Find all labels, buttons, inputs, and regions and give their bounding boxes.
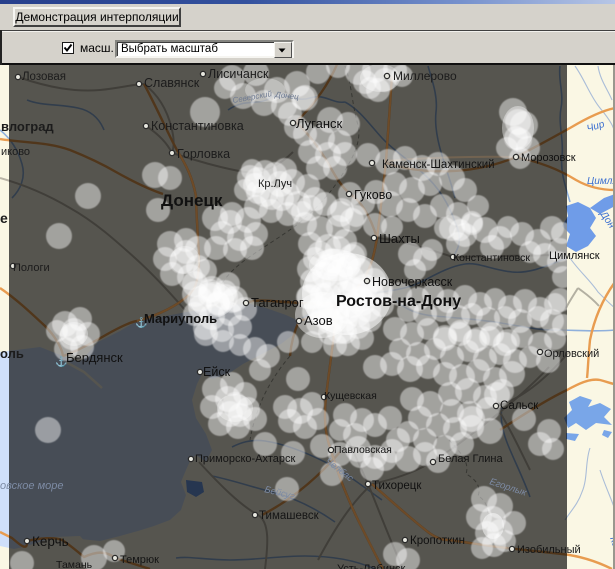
svg-text:Миллерово: Миллерово [393,69,457,83]
svg-text:Темрюк: Темрюк [120,554,159,566]
svg-text:Славянск: Славянск [144,76,200,90]
svg-text:оль: оль [0,346,24,361]
svg-text:Донецк: Донецк [161,191,223,210]
svg-text:Тимашевск: Тимашевск [259,510,320,522]
svg-text:Ейск: Ейск [203,365,231,379]
svg-text:Мариуполь: Мариуполь [144,311,217,326]
svg-text:Кущевская: Кущевская [324,390,377,402]
svg-text:Лозовая: Лозовая [22,71,66,83]
svg-text:Керчь: Керчь [32,534,69,549]
svg-text:⚓: ⚓ [135,316,147,329]
svg-text:влоград: влоград [1,119,54,134]
svg-text:иково: иково [1,146,30,158]
svg-text:Луганск: Луганск [296,116,343,131]
svg-text:Лисичанск: Лисичанск [208,67,269,81]
svg-text:Азов: Азов [304,313,333,328]
svg-text:Сальск: Сальск [500,400,539,412]
svg-text:Морозовск: Морозовск [521,152,576,164]
svg-text:Цимлянск: Цимлянск [549,250,600,262]
svg-text:Тамань: Тамань [56,559,93,569]
svg-text:Павловская: Павловская [334,444,392,456]
svg-text:овское море: овское море [0,480,64,492]
svg-text:Усть-Лабинск: Усть-Лабинск [337,563,406,569]
svg-text:е: е [0,210,8,226]
svg-text:Новочеркасск: Новочеркасск [372,275,453,289]
svg-text:Горловка: Горловка [177,147,230,161]
svg-text:Цимля: Цимля [587,176,615,187]
svg-text:Кр.Луч: Кр.Луч [258,178,292,190]
svg-text:Константиновск: Константиновск [453,252,530,264]
svg-text:Гуково: Гуково [354,188,392,202]
svg-text:Изобильный: Изобильный [517,544,581,556]
svg-text:Каменск-Шахтинский: Каменск-Шахтинский [382,159,495,171]
svg-text:Шахты: Шахты [379,231,420,246]
svg-text:Белая Глина: Белая Глина [438,453,503,465]
svg-text:Ростов-на-Дону: Ростов-на-Дону [336,293,461,310]
svg-text:Орловский: Орловский [544,348,599,360]
svg-text:Пологи: Пологи [13,262,50,274]
svg-text:Кропоткин: Кропоткин [410,535,465,547]
svg-text:Таганрог: Таганрог [251,295,304,310]
svg-text:Приморско-Ахтарск: Приморско-Ахтарск [195,453,296,465]
svg-text:Тихорецк: Тихорецк [372,480,422,492]
svg-text:Бердянск: Бердянск [66,350,123,365]
svg-text:Константиновка: Константиновка [151,119,244,133]
svg-text:⚓: ⚓ [55,355,67,368]
